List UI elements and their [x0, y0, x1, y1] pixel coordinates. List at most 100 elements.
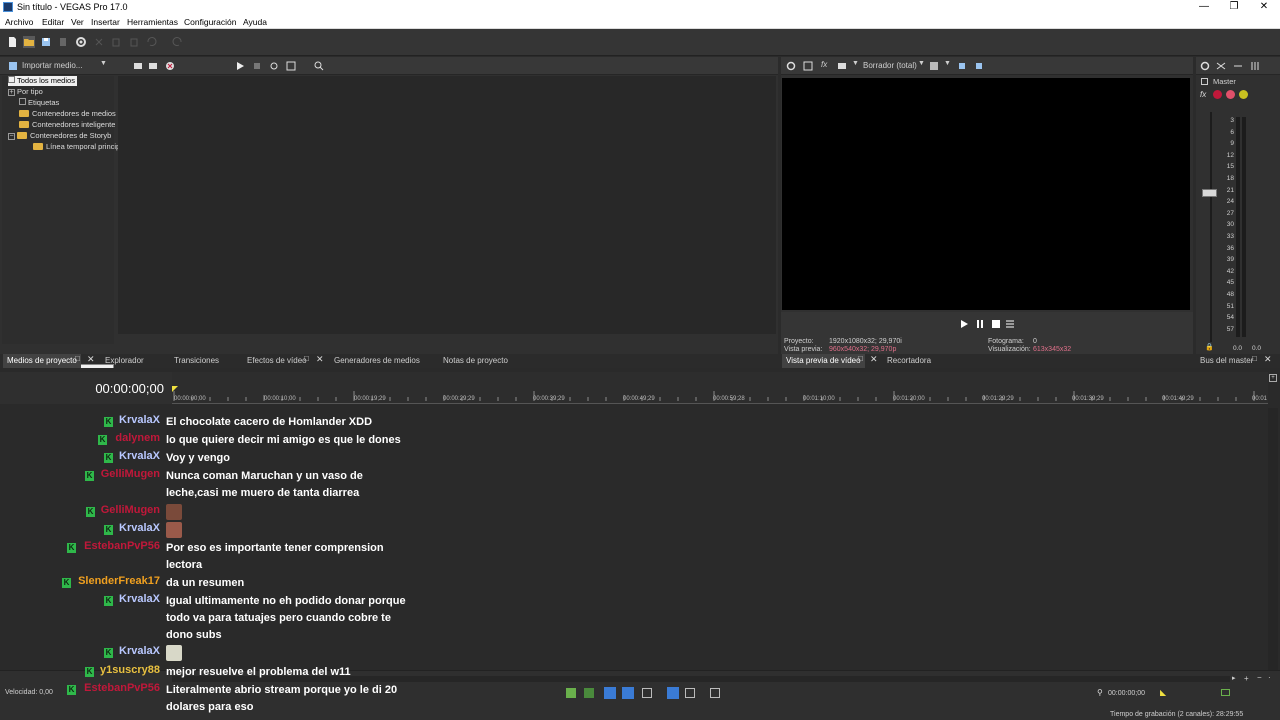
cut-icon[interactable]	[93, 36, 105, 48]
gear-icon[interactable]	[786, 61, 796, 71]
split-screen-icon[interactable]	[837, 61, 847, 71]
fx-icon[interactable]: fx	[1200, 90, 1206, 99]
tree-item-contenedores-medios[interactable]: Contenedores de medios	[19, 109, 116, 119]
lock-icon[interactable]: 🔒	[1205, 343, 1214, 351]
tree-item-linea-temporal[interactable]: Línea temporal princip	[33, 142, 120, 152]
loop-region-icon[interactable]: ◣	[1160, 688, 1166, 697]
tree-item-storyboard[interactable]: − Contenedores de Storyb	[8, 131, 111, 141]
stop-icon[interactable]	[991, 319, 1001, 329]
undo-icon[interactable]	[145, 36, 157, 48]
preview-quality-select[interactable]: Borrador (total)	[863, 61, 917, 70]
tree-item-todos[interactable]: Todos los medios	[8, 76, 77, 86]
zoom-in-icon[interactable]: ▸	[1232, 674, 1236, 682]
play-icon[interactable]	[235, 61, 245, 71]
tab-generadores[interactable]: Generadores de medios	[334, 354, 420, 368]
tab-recortadora[interactable]: Recortadora	[887, 354, 931, 368]
menu-archivo[interactable]: Archivo	[5, 17, 33, 27]
pause-icon[interactable]	[975, 319, 985, 329]
maximize-button[interactable]: ❐	[1218, 0, 1250, 15]
open-folder-icon[interactable]	[23, 36, 35, 48]
menu-configuracion[interactable]: Configuración	[184, 17, 236, 27]
close-tab-icon[interactable]: ✕	[316, 354, 324, 365]
overlays-icon[interactable]	[929, 61, 939, 71]
close-tab-icon[interactable]: ✕	[870, 354, 878, 365]
menu-insertar[interactable]: Insertar	[91, 17, 120, 27]
chevron-down-icon[interactable]: ▼	[944, 60, 951, 67]
plus-icon[interactable]: +	[1244, 674, 1249, 683]
copy-icon[interactable]	[110, 36, 122, 48]
fx-plugin-icon[interactable]	[1226, 90, 1235, 99]
redo-icon[interactable]	[172, 36, 184, 48]
timeline-options-icon[interactable]: +	[1269, 374, 1277, 382]
chevron-down-icon[interactable]: ▼	[918, 60, 925, 67]
marker-icon[interactable]	[566, 688, 576, 698]
tab-explorador[interactable]: Explorador	[105, 354, 144, 368]
tools-icon[interactable]	[710, 688, 720, 698]
tab-medios-proyecto[interactable]: Medios de proyecto	[3, 354, 81, 368]
import-media-button[interactable]: Importar medio...	[22, 61, 82, 70]
downmix-icon[interactable]	[1216, 61, 1226, 71]
menu-ayuda[interactable]: Ayuda	[243, 17, 267, 27]
play-icon[interactable]	[959, 319, 969, 329]
undock-icon[interactable]: □	[858, 354, 863, 363]
zoom-out-icon[interactable]: ·	[1268, 673, 1271, 682]
minus-icon[interactable]: −	[1257, 673, 1262, 682]
master-mute-checkbox[interactable]	[1201, 78, 1208, 85]
undock-icon[interactable]: □	[1252, 354, 1257, 363]
auto-crossfade-icon[interactable]	[622, 687, 634, 699]
chevron-down-icon[interactable]: ▼	[852, 60, 859, 67]
gear-icon[interactable]	[1200, 61, 1210, 71]
menu-lines-icon[interactable]	[1005, 319, 1015, 329]
ripple-icon[interactable]	[642, 688, 652, 698]
render-icon[interactable]	[57, 36, 69, 48]
fx-plugin-icon[interactable]	[1213, 90, 1222, 99]
tree-item-contenedores-inteligentes[interactable]: Contenedores inteligente	[19, 120, 115, 130]
copy-snapshot-icon[interactable]	[957, 61, 967, 71]
master-fader-handle[interactable]	[1202, 189, 1217, 197]
loop-icon[interactable]	[269, 61, 279, 71]
capture-icon[interactable]	[133, 61, 143, 71]
remove-media-icon[interactable]	[165, 61, 175, 71]
import-media-icon[interactable]	[8, 61, 18, 71]
undock-icon[interactable]: □	[75, 354, 80, 363]
new-file-icon[interactable]	[6, 36, 18, 48]
ignore-grouping-icon[interactable]	[685, 688, 695, 698]
zoom-icon[interactable]	[314, 61, 324, 71]
tab-vista-previa[interactable]: Vista previa de vídeo	[782, 354, 865, 368]
get-media-icon[interactable]	[148, 61, 158, 71]
tree-item-etiquetas[interactable]: Etiquetas	[19, 98, 59, 108]
settings-gear-icon[interactable]	[75, 36, 87, 48]
close-button[interactable]: ✕	[1248, 0, 1280, 15]
region-icon[interactable]	[584, 688, 594, 698]
tab-notas[interactable]: Notas de proyecto	[443, 354, 508, 368]
minimize-button[interactable]: —	[1188, 0, 1220, 15]
properties-icon[interactable]	[803, 61, 813, 71]
undock-icon[interactable]: □	[304, 354, 309, 363]
lock-faders-icon[interactable]	[1250, 61, 1260, 71]
paste-icon[interactable]	[128, 36, 140, 48]
close-tab-icon[interactable]: ✕	[1264, 354, 1272, 365]
collapse-icon[interactable]: −	[8, 133, 15, 140]
save-icon[interactable]	[40, 36, 52, 48]
tab-bus-master[interactable]: Bus del master	[1200, 354, 1253, 368]
views-icon[interactable]	[286, 61, 296, 71]
menu-ver[interactable]: Ver	[71, 17, 84, 27]
menu-editar[interactable]: Editar	[42, 17, 64, 27]
vertical-scrollbar[interactable]	[1268, 408, 1278, 673]
video-preview-screen[interactable]	[782, 78, 1190, 310]
tree-item-por-tipo[interactable]: + Por tipo	[8, 87, 43, 97]
snapping-icon[interactable]	[604, 687, 616, 699]
menu-herramientas[interactable]: Herramientas	[127, 17, 178, 27]
fit-icon[interactable]	[1221, 689, 1230, 696]
dim-icon[interactable]	[1233, 61, 1243, 71]
fx-icon[interactable]: fx	[821, 60, 827, 69]
fx-plugin-icon[interactable]	[1239, 90, 1248, 99]
stop-icon[interactable]	[252, 61, 262, 71]
save-snapshot-icon[interactable]	[974, 61, 984, 71]
tab-transiciones[interactable]: Transiciones	[174, 354, 219, 368]
close-tab-icon[interactable]: ✕	[87, 354, 95, 365]
chevron-down-icon[interactable]: ▼	[100, 60, 107, 67]
lock-envelopes-icon[interactable]	[667, 687, 679, 699]
tab-efectos-video[interactable]: Efectos de vídeo	[247, 354, 307, 368]
expand-icon[interactable]: +	[8, 89, 15, 96]
